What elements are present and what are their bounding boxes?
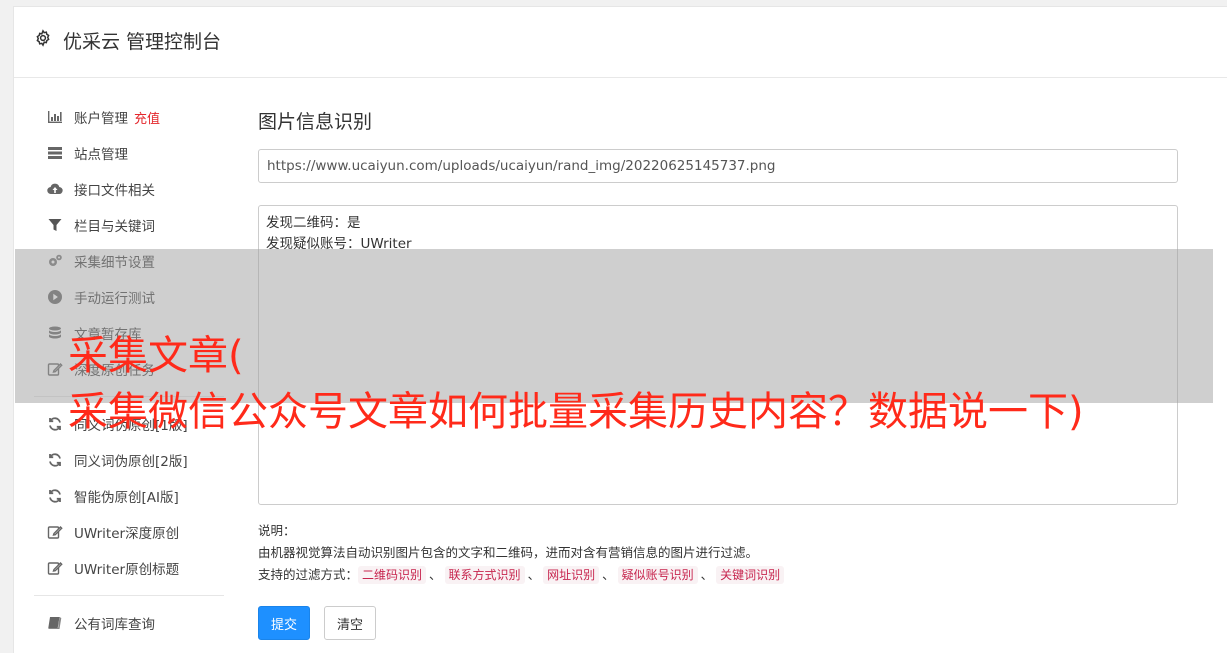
header: 优采云 管理控制台 (14, 7, 1227, 78)
sidebar-item-label: 账户管理 (74, 111, 128, 127)
sidebar-item-sites[interactable]: 站点管理 (34, 135, 224, 171)
bar-chart-icon (46, 108, 64, 126)
filter-methods: 支持的过滤方式： 二维码识别、联系方式识别、网址识别、疑似账号识别、关键词识别 (258, 564, 1178, 586)
sidebar-divider (34, 595, 224, 596)
sidebar-item-label: 栏目与关键词 (74, 219, 155, 235)
page-title: 优采云 管理控制台 (63, 31, 222, 53)
overlay-title-line1: 采集文章( (68, 333, 244, 379)
notes: 说明： 由机器视觉算法自动识别图片包含的文字和二维码，进而对含有营销信息的图片进… (258, 520, 1178, 586)
clear-button[interactable]: 清空 (324, 606, 377, 640)
watermark-overlay (15, 249, 1213, 403)
filter-tag: 联系方式识别 (444, 566, 525, 584)
recharge-link[interactable]: 充值 (134, 108, 160, 127)
separator: 、 (429, 567, 442, 582)
sidebar-item-public-lexicon[interactable]: 公有词库查询 (34, 605, 224, 641)
sidebar-item-label: 智能伪原创[AI版] (74, 490, 179, 506)
separator: 、 (602, 567, 615, 582)
sidebar-item-label: 站点管理 (74, 147, 128, 163)
sidebar-item-interface-files[interactable]: 接口文件相关 (34, 171, 224, 207)
section-title: 图片信息识别 (258, 111, 373, 133)
gear-icon (36, 29, 50, 47)
notes-description: 由机器视觉算法自动识别图片包含的文字和二维码，进而对含有营销信息的图片进行过滤。 (258, 545, 759, 560)
sidebar-item-account[interactable]: 账户管理 充值 (34, 99, 224, 135)
sidebar-item-columns-keywords[interactable]: 栏目与关键词 (34, 207, 224, 243)
sidebar-item-label: 同义词伪原创[2版] (74, 454, 188, 470)
refresh-icon (46, 451, 64, 469)
filter-tag: 网址识别 (543, 566, 600, 584)
image-url-input[interactable] (258, 149, 1178, 183)
refresh-icon (46, 415, 64, 433)
filters-label: 支持的过滤方式： (258, 567, 359, 582)
sidebar-item-label: 接口文件相关 (74, 183, 155, 199)
filter-tag: 关键词识别 (716, 566, 785, 584)
separator: 、 (527, 567, 541, 582)
book-icon (46, 614, 64, 632)
action-buttons: 提交 清空 (258, 606, 1178, 640)
separator: 、 (700, 567, 714, 582)
sidebar-item-label: 公有词库查询 (74, 617, 155, 633)
submit-button[interactable]: 提交 (258, 606, 311, 640)
sidebar-item-uwriter-title[interactable]: UWriter原创标题 (34, 550, 224, 586)
server-icon (46, 144, 64, 162)
filter-tag: 疑似账号识别 (617, 566, 698, 584)
edit-icon (46, 523, 64, 541)
cloud-upload-icon (46, 180, 64, 198)
sidebar-item-ai-rewrite[interactable]: 智能伪原创[AI版] (34, 478, 224, 514)
sidebar-item-label: UWriter深度原创 (74, 526, 180, 542)
filter-icon (46, 216, 64, 234)
sidebar-item-label: UWriter原创标题 (74, 562, 180, 578)
sidebar-item-synonym-v2[interactable]: 同义词伪原创[2版] (34, 442, 224, 478)
refresh-icon (46, 487, 64, 505)
filter-tag: 二维码识别 (358, 566, 427, 584)
overlay-title-line2: 采集微信公众号文章如何批量采集历史内容？数据说一下) (68, 389, 1084, 435)
notes-label: 说明： (258, 523, 296, 538)
result-line: 发现二维码：是 (266, 215, 361, 231)
edit-icon (46, 559, 64, 577)
sidebar-item-uwriter-deep[interactable]: UWriter深度原创 (34, 514, 224, 550)
